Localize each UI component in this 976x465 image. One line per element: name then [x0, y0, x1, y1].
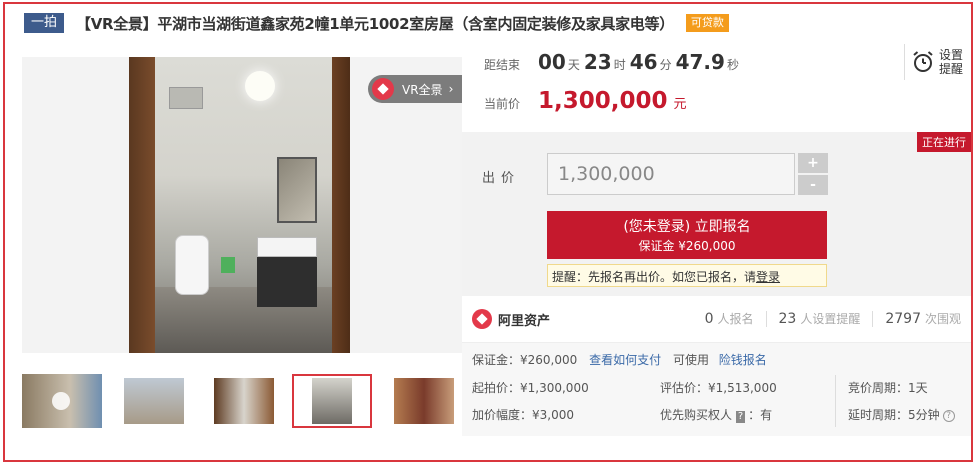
decrease-bid-button[interactable]: - — [798, 175, 828, 195]
auction-details: 保证金：¥260,000 查看如何支付 可使用 险钱报名 起拍价：¥1,300,… — [462, 342, 971, 436]
auction-stats: 0 人报名 23 人设置提醒 2797 次围观 — [705, 310, 961, 327]
login-link[interactable]: 登录 — [756, 270, 780, 284]
vr-logo-icon — [372, 78, 394, 100]
bid-cycle: 竞价周期：1天 — [848, 381, 928, 395]
auction-header: 一拍 【VR全景】平湖市当湖街道鑫家苑2幢1单元1002室房屋（含室内固定装修及… — [24, 12, 729, 34]
remind-line-2: 提醒 — [939, 62, 964, 76]
priority-buyer-row: 优先购买权人 ? ：有 — [660, 406, 772, 423]
thumbnail-strip — [22, 374, 464, 430]
platform-brand[interactable]: 阿里资产 — [472, 309, 550, 329]
days-unit: 天 — [567, 58, 580, 72]
thumbnail-4-selected[interactable] — [292, 374, 372, 428]
deposit-row: 保证金：¥260,000 查看如何支付 可使用 险钱报名 — [472, 351, 767, 368]
chevron-right-icon: › — [448, 82, 454, 96]
vr-panorama-button[interactable]: VR全景 › — [368, 75, 462, 103]
current-price-row: 当前价 1,300,000 元 — [484, 88, 687, 114]
thumbnail-1[interactable] — [22, 374, 102, 428]
vr-label: VR全景 — [402, 82, 443, 97]
current-price-value: 1,300,000 — [538, 88, 668, 114]
alarm-clock-icon — [913, 51, 933, 72]
countdown-label: 距结束 — [484, 58, 521, 72]
countdown-days: 00 — [538, 50, 566, 74]
bid-increment: 加价幅度：¥3,000 — [472, 408, 574, 422]
signup-label: (您未登录) 立即报名 — [623, 219, 751, 235]
increase-bid-button[interactable]: + — [798, 153, 828, 173]
signup-deposit: 保证金 ¥260,000 — [638, 239, 736, 253]
signup-count: 0 — [704, 311, 714, 327]
priority-label: 优先购买权人 — [660, 408, 733, 422]
countdown-hours: 23 — [583, 50, 612, 74]
thumbnail-2[interactable] — [114, 374, 194, 428]
ali-assets-logo-icon — [472, 309, 492, 329]
play-icon — [52, 392, 70, 410]
tip-text: 提醒：先报名再出价。如您已报名，请 — [552, 270, 757, 284]
current-price-unit: 元 — [673, 97, 687, 112]
seconds-unit: 秒 — [726, 58, 739, 72]
signup-button[interactable]: (您未登录) 立即报名 保证金 ¥260,000 — [547, 211, 827, 259]
start-price: 起拍价：¥1,300,000 — [472, 381, 589, 395]
priority-value: ：有 — [748, 408, 773, 422]
thumbnail-5[interactable] — [384, 374, 464, 428]
delay-cycle: 延时周期：5分钟 — [848, 408, 940, 422]
how-to-pay-link[interactable]: 查看如何支付 — [589, 353, 661, 367]
usable-text: 可使用 — [672, 353, 709, 367]
countdown-timer: 距结束 00 天 23 时 46 分 47.9 秒 — [484, 50, 743, 74]
current-price-label: 当前价 — [484, 97, 521, 111]
deposit-value: 保证金：¥260,000 — [472, 353, 578, 367]
countdown-seconds: 47.9 — [675, 50, 725, 74]
credit-signup-link[interactable]: 险钱报名 — [719, 353, 767, 367]
bid-amount-input[interactable] — [547, 153, 795, 195]
countdown-minutes: 46 — [629, 50, 658, 74]
signup-count-unit: 人报名 — [717, 312, 754, 326]
hours-unit: 时 — [613, 58, 626, 72]
remind-line-1: 设置 — [939, 48, 964, 62]
bid-label: 出价 — [482, 171, 521, 186]
status-badge: 正在进行 — [917, 132, 971, 152]
reminder-count-unit: 人设置提醒 — [800, 312, 861, 326]
bid-stepper: + - — [798, 153, 828, 197]
bathroom-photo — [129, 57, 350, 353]
delay-cycle-row: 延时周期：5分钟? — [848, 406, 955, 423]
question-mark-icon[interactable]: ? — [942, 409, 955, 422]
login-tip: 提醒：先报名再出价。如您已报名，请登录 — [547, 264, 827, 287]
platform-name: 阿里资产 — [498, 313, 551, 329]
reminder-count: 23 — [778, 311, 797, 327]
bid-panel: 正在进行 出价 + - (您未登录) 立即报名 保证金 ¥260,000 提醒：… — [462, 132, 971, 296]
set-reminder-button[interactable]: 设置 提醒 — [904, 44, 964, 80]
thumbnail-3[interactable] — [204, 374, 284, 428]
loan-badge: 可贷款 — [685, 14, 729, 32]
priority-help-icon[interactable]: ? — [735, 411, 746, 423]
auction-title[interactable]: 【VR全景】平湖市当湖街道鑫家苑2幢1单元1002室房屋（含室内固定装修及家具家… — [76, 13, 674, 34]
appraisal-price: 评估价：¥1,513,000 — [660, 381, 777, 395]
auction-info-panel: 阿里资产 0 人报名 23 人设置提醒 2797 次围观 保证金：¥260,00… — [462, 300, 971, 436]
auction-round-tag: 一拍 — [24, 13, 65, 33]
minutes-unit: 分 — [659, 58, 672, 72]
view-count: 2797 — [885, 311, 921, 327]
view-count-unit: 次围观 — [924, 312, 961, 326]
